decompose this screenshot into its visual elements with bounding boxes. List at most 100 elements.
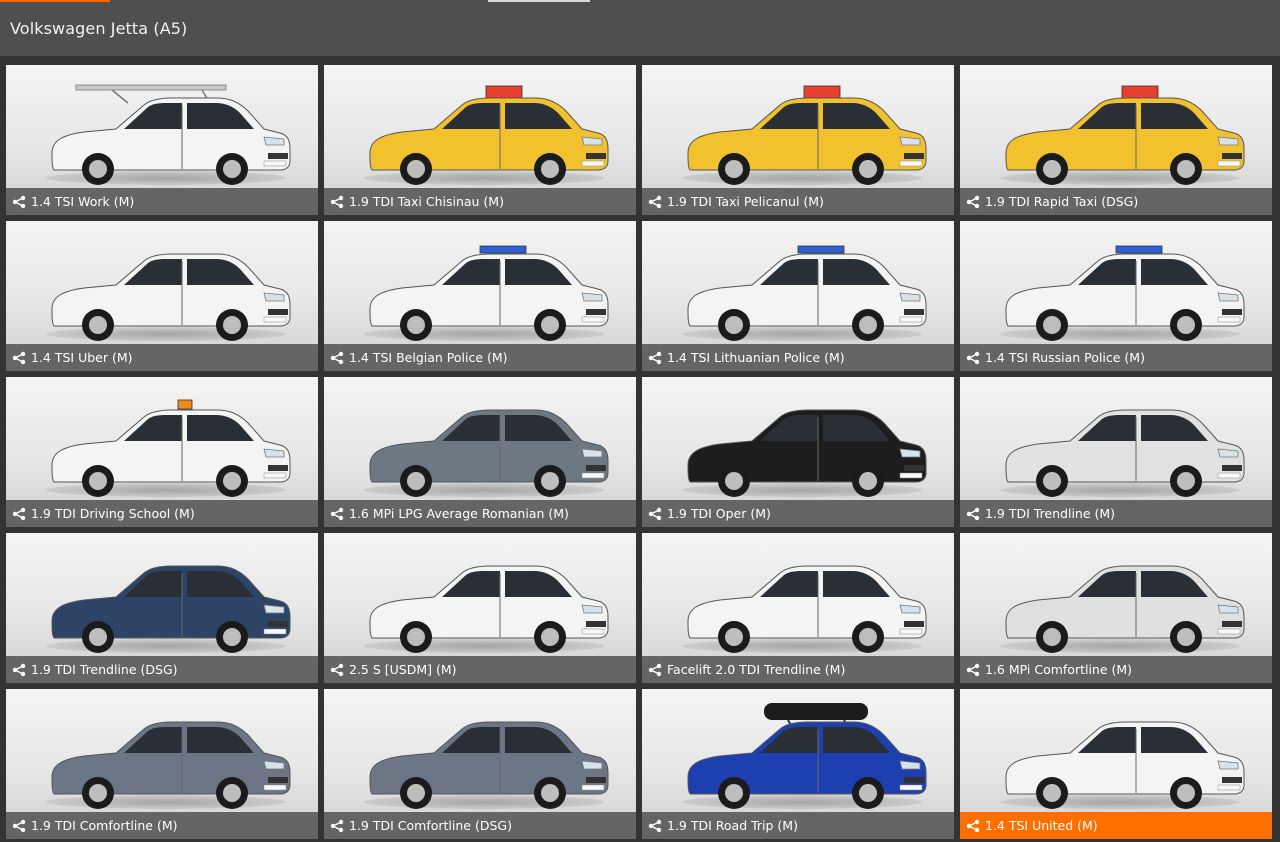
car-preview-image: [1005, 565, 1245, 653]
config-tile-17[interactable]: 1.9 TDI Comfortline (M): [6, 689, 318, 839]
tab-indicator: [488, 0, 590, 2]
config-label: 1.9 TDI Road Trip (M): [667, 818, 798, 833]
config-caption: 1.4 TSI Work (M): [6, 188, 318, 215]
config-label: 1.4 TSI Uber (M): [31, 350, 133, 365]
config-tile-12[interactable]: 1.9 TDI Trendline (M): [960, 377, 1272, 527]
car-preview-image: [1005, 245, 1245, 341]
config-caption: 1.6 MPi LPG Average Romanian (M): [324, 500, 636, 527]
config-label: 1.9 TDI Taxi Chisinau (M): [349, 194, 504, 209]
config-caption: 1.9 TDI Taxi Chisinau (M): [324, 188, 636, 215]
car-preview-image: [687, 409, 927, 497]
share-icon: [330, 507, 344, 520]
config-tile-9[interactable]: 1.9 TDI Driving School (M): [6, 377, 318, 527]
config-label: 1.9 TDI Oper (M): [667, 506, 771, 521]
car-preview-image: [369, 565, 609, 653]
top-bar: Volkswagen Jetta (A5): [0, 0, 1280, 56]
config-label: 1.9 TDI Trendline (DSG): [31, 662, 178, 677]
car-preview-image: [369, 245, 609, 341]
car-preview-image: [687, 245, 927, 341]
config-tile-18[interactable]: 1.9 TDI Comfortline (DSG): [324, 689, 636, 839]
car-preview-image: [369, 85, 609, 185]
config-tile-3[interactable]: 1.9 TDI Taxi Pelicanul (M): [642, 65, 954, 215]
car-preview-image: [1005, 721, 1245, 809]
share-icon: [648, 351, 662, 364]
car-preview-image: [51, 565, 291, 653]
config-tile-20[interactable]: 1.4 TSI United (M): [960, 689, 1272, 839]
car-preview-image: [51, 253, 291, 341]
car-preview-image: [51, 84, 291, 185]
config-caption: 1.9 TDI Comfortline (M): [6, 812, 318, 839]
config-caption: 1.9 TDI Comfortline (DSG): [324, 812, 636, 839]
config-label: 1.9 TDI Comfortline (DSG): [349, 818, 512, 833]
share-icon: [12, 351, 26, 364]
config-label: Facelift 2.0 TDI Trendline (M): [667, 662, 846, 677]
share-icon: [648, 819, 662, 832]
config-caption: 1.4 TSI Uber (M): [6, 344, 318, 371]
config-caption: 2.5 S [USDM] (M): [324, 656, 636, 683]
config-label: 1.9 TDI Comfortline (M): [31, 818, 178, 833]
car-preview-image: [687, 703, 927, 809]
config-tile-14[interactable]: 2.5 S [USDM] (M): [324, 533, 636, 683]
config-label: 1.9 TDI Trendline (M): [985, 506, 1116, 521]
car-preview-image: [687, 565, 927, 653]
config-tile-2[interactable]: 1.9 TDI Taxi Chisinau (M): [324, 65, 636, 215]
config-label: 1.9 TDI Driving School (M): [31, 506, 195, 521]
config-tile-13[interactable]: 1.9 TDI Trendline (DSG): [6, 533, 318, 683]
config-caption: Facelift 2.0 TDI Trendline (M): [642, 656, 954, 683]
car-preview-image: [369, 721, 609, 809]
share-icon: [966, 507, 980, 520]
share-icon: [966, 195, 980, 208]
config-label: 1.4 TSI Russian Police (M): [985, 350, 1145, 365]
config-label: 1.4 TSI Lithuanian Police (M): [667, 350, 845, 365]
share-icon: [330, 819, 344, 832]
config-caption: 1.9 TDI Oper (M): [642, 500, 954, 527]
config-caption: 1.9 TDI Trendline (DSG): [6, 656, 318, 683]
share-icon: [966, 819, 980, 832]
share-icon: [12, 663, 26, 676]
share-icon: [648, 663, 662, 676]
car-preview-image: [687, 85, 927, 185]
config-caption: 1.9 TDI Driving School (M): [6, 500, 318, 527]
config-caption: 1.9 TDI Taxi Pelicanul (M): [642, 188, 954, 215]
config-caption: 1.4 TSI Russian Police (M): [960, 344, 1272, 371]
share-icon: [966, 351, 980, 364]
config-tile-8[interactable]: 1.4 TSI Russian Police (M): [960, 221, 1272, 371]
config-tile-11[interactable]: 1.9 TDI Oper (M): [642, 377, 954, 527]
share-icon: [12, 507, 26, 520]
config-caption: 1.9 TDI Trendline (M): [960, 500, 1272, 527]
config-caption: 1.4 TSI Lithuanian Police (M): [642, 344, 954, 371]
config-label: 1.9 TDI Rapid Taxi (DSG): [985, 194, 1139, 209]
page-title: Volkswagen Jetta (A5): [10, 19, 188, 38]
config-tile-16[interactable]: 1.6 MPi Comfortline (M): [960, 533, 1272, 683]
config-label: 1.4 TSI Belgian Police (M): [349, 350, 508, 365]
share-icon: [12, 819, 26, 832]
share-icon: [330, 351, 344, 364]
config-label: 1.6 MPi Comfortline (M): [985, 662, 1133, 677]
share-icon: [12, 195, 26, 208]
config-caption: 1.4 TSI Belgian Police (M): [324, 344, 636, 371]
config-tile-4[interactable]: 1.9 TDI Rapid Taxi (DSG): [960, 65, 1272, 215]
config-tile-19[interactable]: 1.9 TDI Road Trip (M): [642, 689, 954, 839]
configuration-grid: 1.4 TSI Work (M) 1.9 TDI Taxi Chisinau (…: [6, 65, 1278, 842]
car-preview-image: [51, 721, 291, 809]
config-tile-7[interactable]: 1.4 TSI Lithuanian Police (M): [642, 221, 954, 371]
config-tile-6[interactable]: 1.4 TSI Belgian Police (M): [324, 221, 636, 371]
car-preview-image: [51, 399, 291, 497]
config-label: 2.5 S [USDM] (M): [349, 662, 457, 677]
config-caption: 1.9 TDI Rapid Taxi (DSG): [960, 188, 1272, 215]
config-label: 1.6 MPi LPG Average Romanian (M): [349, 506, 569, 521]
tab-indicator-active: [0, 0, 110, 2]
config-label: 1.4 TSI Work (M): [31, 194, 135, 209]
car-preview-image: [1005, 409, 1245, 497]
config-caption: 1.4 TSI United (M): [960, 812, 1272, 839]
config-label: 1.4 TSI United (M): [985, 818, 1098, 833]
config-tile-1[interactable]: 1.4 TSI Work (M): [6, 65, 318, 215]
config-tile-15[interactable]: Facelift 2.0 TDI Trendline (M): [642, 533, 954, 683]
config-tile-10[interactable]: 1.6 MPi LPG Average Romanian (M): [324, 377, 636, 527]
share-icon: [648, 507, 662, 520]
car-preview-image: [369, 409, 609, 497]
share-icon: [648, 195, 662, 208]
car-preview-image: [1005, 85, 1245, 185]
config-tile-5[interactable]: 1.4 TSI Uber (M): [6, 221, 318, 371]
share-icon: [966, 663, 980, 676]
